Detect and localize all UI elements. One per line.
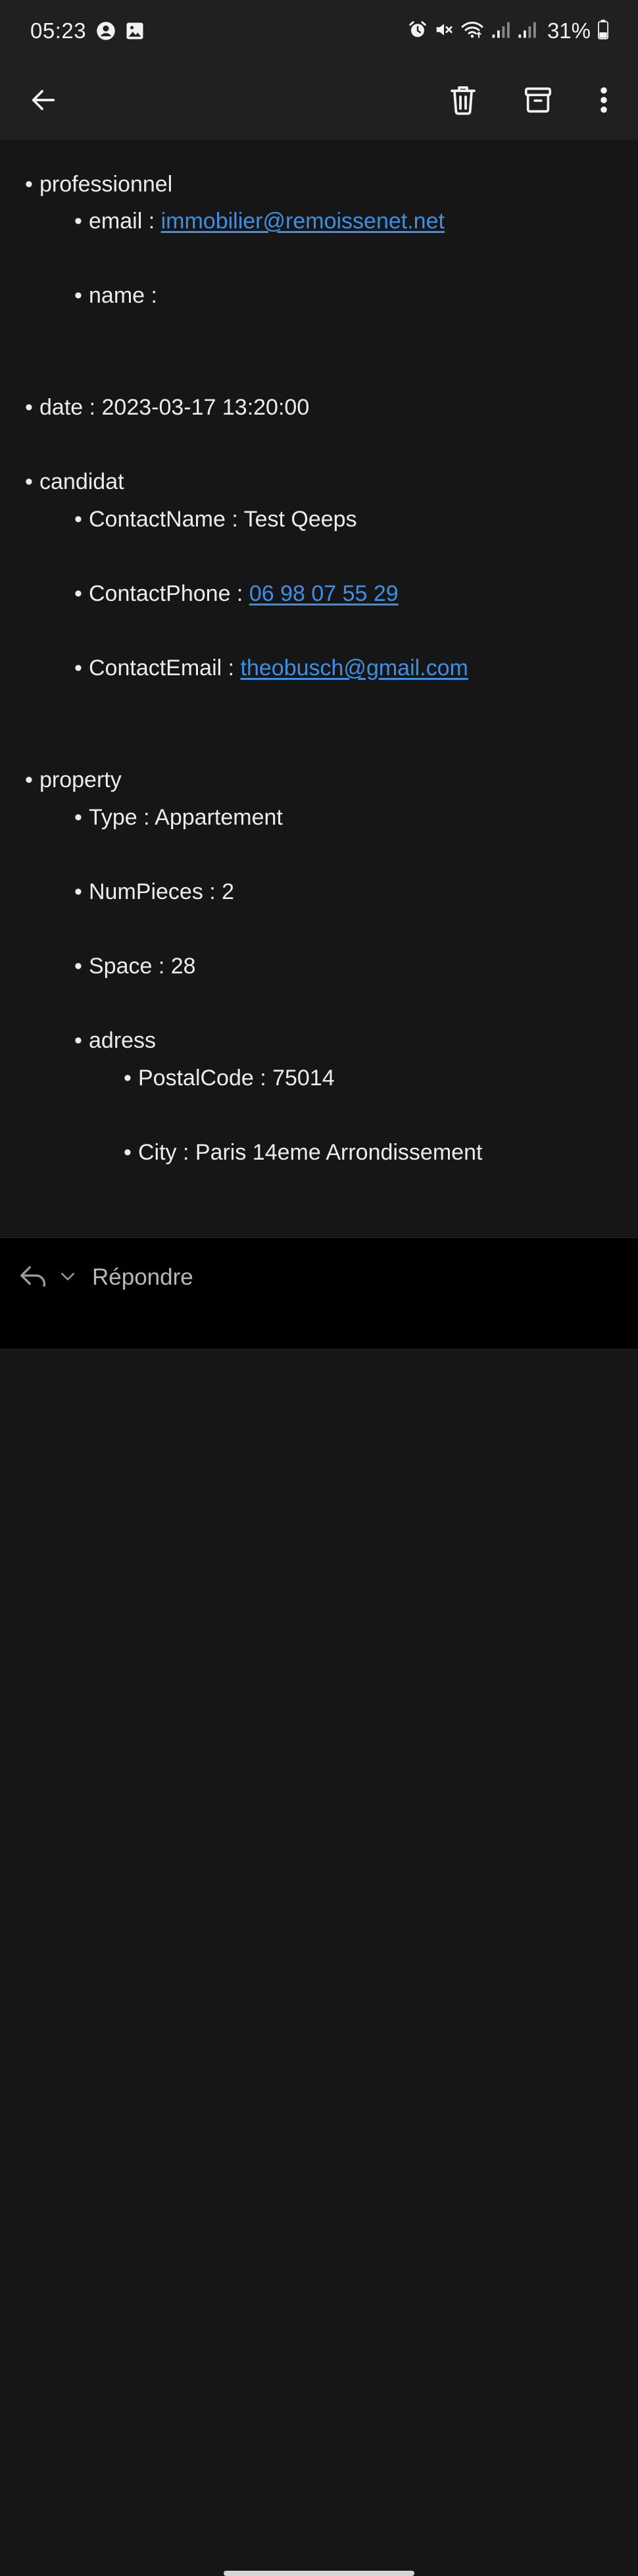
list-item-property: • property <box>25 767 122 793</box>
back-arrow-icon <box>28 85 59 118</box>
bullet: • <box>25 469 33 494</box>
list-item-city: • City : Paris 14eme Arrondissement <box>124 1139 482 1166</box>
bullet: • <box>74 805 82 830</box>
list-item-email: • email : immobilier@remoissenet.net <box>74 208 445 234</box>
more-vert-icon <box>600 86 608 118</box>
more-options-button[interactable] <box>579 63 629 140</box>
account-circle-icon <box>96 21 116 44</box>
email-link[interactable]: immobilier@remoissenet.net <box>161 209 445 234</box>
bullet: • <box>74 581 82 606</box>
email-body: • professionnel • email : immobilier@remoi… <box>0 140 638 1237</box>
archive-button[interactable] <box>509 63 567 140</box>
list-item-candidat: • candidat <box>25 469 124 495</box>
type-line: Type : Appartement <box>89 805 283 830</box>
professionnel-label: professionnel <box>39 172 173 197</box>
signal-icon <box>517 20 537 43</box>
adress-label: adress <box>89 1028 157 1053</box>
numpieces-line: NumPieces : 2 <box>89 879 235 904</box>
status-time: 05:23 <box>30 18 87 43</box>
reply-button[interactable]: Répondre <box>18 1252 193 1302</box>
bullet: • <box>74 283 82 308</box>
bullet: • <box>25 767 33 792</box>
image-icon <box>125 21 145 44</box>
bullet: • <box>25 395 33 420</box>
archive-icon <box>523 85 553 118</box>
bullet: • <box>124 1140 132 1165</box>
bullet: • <box>74 507 82 532</box>
home-indicator[interactable] <box>224 2571 414 2576</box>
bullet: • <box>74 1028 82 1053</box>
bullet: • <box>74 656 82 681</box>
list-item-contact-name: • ContactName : Test Qeeps <box>74 506 357 532</box>
list-item-adress: • adress <box>74 1027 156 1054</box>
bullet: • <box>124 1066 132 1091</box>
list-item-contact-email: • ContactEmail : theobusch@gmail.com <box>74 655 468 681</box>
name-label: name : <box>89 283 157 308</box>
signal-icon <box>491 20 510 43</box>
list-item-space: • Space : 28 <box>74 953 196 979</box>
contact-email-label: ContactEmail : <box>89 656 241 681</box>
space-line: Space : 28 <box>89 954 196 979</box>
phone-link[interactable]: 06 98 07 55 29 <box>249 581 399 606</box>
contact-phone-label: ContactPhone : <box>89 581 249 606</box>
chevron-down-icon[interactable] <box>58 1266 78 1289</box>
bullet: • <box>74 879 82 904</box>
mute-icon <box>434 20 454 43</box>
delete-button[interactable] <box>434 63 492 140</box>
alarm-icon <box>408 20 428 43</box>
bullet: • <box>74 209 82 234</box>
list-item-contact-phone: • ContactPhone : 06 98 07 55 29 <box>74 580 399 607</box>
email-label: email : <box>89 209 161 234</box>
reply-bar: Répondre <box>0 1237 638 2576</box>
status-bar: 05:23 31% <box>0 0 638 63</box>
list-item-type: • Type : Appartement <box>74 804 283 831</box>
battery-percent: 31% <box>547 18 591 43</box>
back-button[interactable] <box>14 63 72 140</box>
list-item-professionnel: • professionnel <box>25 171 172 197</box>
list-item-name: • name : <box>74 282 157 309</box>
bullet: • <box>74 954 82 979</box>
postalcode-line: PostalCode : 75014 <box>138 1066 335 1091</box>
battery-icon <box>597 19 609 43</box>
list-item-postalcode: • PostalCode : 75014 <box>124 1065 335 1091</box>
reply-label: Répondre <box>92 1264 193 1290</box>
app-toolbar <box>0 63 638 140</box>
bullet: • <box>25 172 33 197</box>
list-item-date: • date : 2023-03-17 13:20:00 <box>25 394 309 421</box>
property-label: property <box>39 767 122 792</box>
status-right-icons: 31% <box>408 18 609 43</box>
date-line: date : 2023-03-17 13:20:00 <box>39 395 310 420</box>
wifi-icon <box>460 20 484 43</box>
list-item-numpieces: • NumPieces : 2 <box>74 879 234 905</box>
contact-name-line: ContactName : Test Qeeps <box>89 507 357 532</box>
reply-icon <box>18 1263 49 1293</box>
contact-email-link[interactable]: theobusch@gmail.com <box>241 656 468 681</box>
candidat-label: candidat <box>39 469 124 494</box>
city-line: City : Paris 14eme Arrondissement <box>138 1140 483 1165</box>
status-left-icons <box>96 21 145 44</box>
trash-icon <box>447 84 479 120</box>
